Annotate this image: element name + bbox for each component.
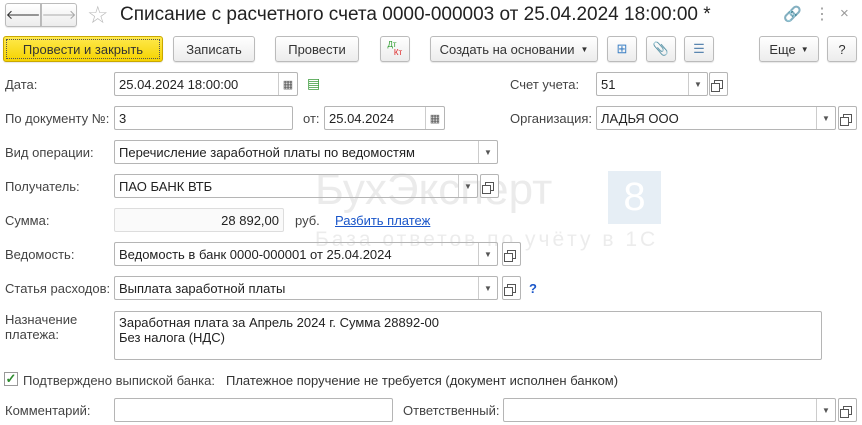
- currency-label: руб.: [295, 213, 320, 228]
- close-icon[interactable]: ×: [840, 5, 849, 22]
- split-payment-link[interactable]: Разбить платеж: [335, 213, 430, 228]
- open-recipient-button[interactable]: [480, 174, 499, 198]
- from-label: от:: [303, 111, 320, 126]
- sum-input[interactable]: 28 892,00: [114, 208, 284, 232]
- optype-value: Перечисление заработной платы по ведомос…: [119, 144, 415, 160]
- confirmed-checkbox[interactable]: ✓: [4, 372, 18, 386]
- document-status-icon[interactable]: ▤: [307, 75, 320, 92]
- confirmed-label: Подтверждено выпиской банка:: [23, 373, 215, 388]
- chevron-down-icon[interactable]: ▼: [816, 399, 835, 421]
- sum-label: Сумма:: [5, 213, 50, 228]
- expense-value: Выплата заработной платы: [119, 280, 286, 296]
- watermark-badge: 8: [608, 171, 661, 224]
- expense-input[interactable]: Выплата заработной платы ▼: [114, 276, 498, 300]
- org-input[interactable]: ЛАДЬЯ ООО ▼: [596, 106, 836, 130]
- chevron-down-icon: ▼: [800, 44, 809, 54]
- chevron-down-icon[interactable]: ▼: [478, 243, 497, 265]
- create-based-on-button[interactable]: Создать на основании ▼: [430, 36, 598, 62]
- docnum-label: По документу №:: [5, 111, 110, 126]
- post-and-close-button[interactable]: Провести и закрыть: [3, 36, 163, 62]
- responsible-label: Ответственный:: [403, 403, 500, 418]
- list-icon[interactable]: ☰: [684, 36, 714, 62]
- account-label: Счет учета:: [510, 77, 580, 92]
- statement-label: Ведомость:: [5, 247, 75, 262]
- post-button[interactable]: Провести: [275, 36, 359, 62]
- chevron-down-icon[interactable]: ▼: [478, 141, 497, 163]
- date-label: Дата:: [5, 77, 38, 92]
- open-statement-button[interactable]: [502, 242, 521, 266]
- forward-button[interactable]: 🡒: [41, 3, 77, 27]
- expense-help-icon[interactable]: ?: [529, 281, 537, 296]
- from-date-input[interactable]: 25.04.2024 ▦: [324, 106, 445, 130]
- back-button[interactable]: 🡐: [5, 3, 41, 27]
- optype-select[interactable]: Перечисление заработной платы по ведомос…: [114, 140, 498, 164]
- chevron-down-icon: ▼: [580, 44, 589, 54]
- docnum-input[interactable]: 3: [114, 106, 293, 130]
- open-expense-button[interactable]: [502, 276, 521, 300]
- date-input[interactable]: 25.04.2024 18:00:00 ▦: [114, 72, 298, 96]
- expense-label: Статья расходов:: [5, 281, 111, 296]
- purpose-line-1: Заработная плата за Апрель 2024 г. Сумма…: [119, 315, 439, 330]
- more-label: Еще: [769, 41, 796, 57]
- kt-label: Кт: [393, 48, 403, 57]
- structure-icon[interactable]: ⊞: [607, 36, 637, 62]
- recipient-value: ПАО БАНК ВТБ: [119, 178, 213, 194]
- confirmed-note: Платежное поручение не требуется (докуме…: [226, 373, 619, 388]
- help-button[interactable]: ?: [827, 36, 857, 62]
- chevron-down-icon[interactable]: ▼: [816, 107, 835, 129]
- purpose-label: Назначение платежа:: [5, 312, 78, 342]
- chevron-down-icon[interactable]: ▼: [478, 277, 497, 299]
- calendar-icon[interactable]: ▦: [278, 73, 297, 95]
- create-based-label: Создать на основании: [439, 41, 575, 57]
- recipient-input[interactable]: ПАО БАНК ВТБ ▼: [114, 174, 478, 198]
- open-org-button[interactable]: [838, 106, 857, 130]
- statement-input[interactable]: Ведомость в банк 0000-000001 от 25.04.20…: [114, 242, 498, 266]
- optype-label: Вид операции:: [5, 145, 94, 160]
- org-label: Организация:: [510, 111, 593, 126]
- account-input[interactable]: 51 ▼: [596, 72, 708, 96]
- comment-label: Комментарий:: [5, 403, 91, 418]
- open-responsible-button[interactable]: [838, 398, 857, 422]
- chevron-down-icon[interactable]: ▼: [458, 175, 477, 197]
- purpose-textarea[interactable]: Заработная плата за Апрель 2024 г. Сумма…: [114, 311, 822, 360]
- link-icon[interactable]: 🔗: [783, 5, 802, 23]
- attachment-icon[interactable]: 📎: [646, 36, 676, 62]
- org-value: ЛАДЬЯ ООО: [601, 110, 679, 126]
- responsible-input[interactable]: ▼: [503, 398, 836, 422]
- statement-value: Ведомость в банк 0000-000001 от 25.04.20…: [119, 246, 392, 262]
- more-vertical-icon[interactable]: ⋮: [814, 4, 830, 24]
- window-title: Списание с расчетного счета 0000-000003 …: [120, 4, 711, 25]
- purpose-line-2: Без налога (НДС): [119, 330, 225, 345]
- recipient-label: Получатель:: [5, 179, 80, 194]
- calendar-icon[interactable]: ▦: [425, 107, 444, 129]
- from-date-value: 25.04.2024: [329, 110, 395, 126]
- chevron-down-icon[interactable]: ▼: [688, 73, 707, 95]
- open-account-button[interactable]: [709, 72, 728, 96]
- comment-input[interactable]: [114, 398, 393, 422]
- more-button[interactable]: Еще ▼: [759, 36, 819, 62]
- favorite-star-icon[interactable]: ☆: [87, 1, 109, 30]
- save-button[interactable]: Записать: [173, 36, 255, 62]
- dt-kt-button[interactable]: Дт Кт: [380, 36, 410, 62]
- date-value: 25.04.2024 18:00:00: [119, 76, 239, 92]
- account-value: 51: [601, 76, 616, 92]
